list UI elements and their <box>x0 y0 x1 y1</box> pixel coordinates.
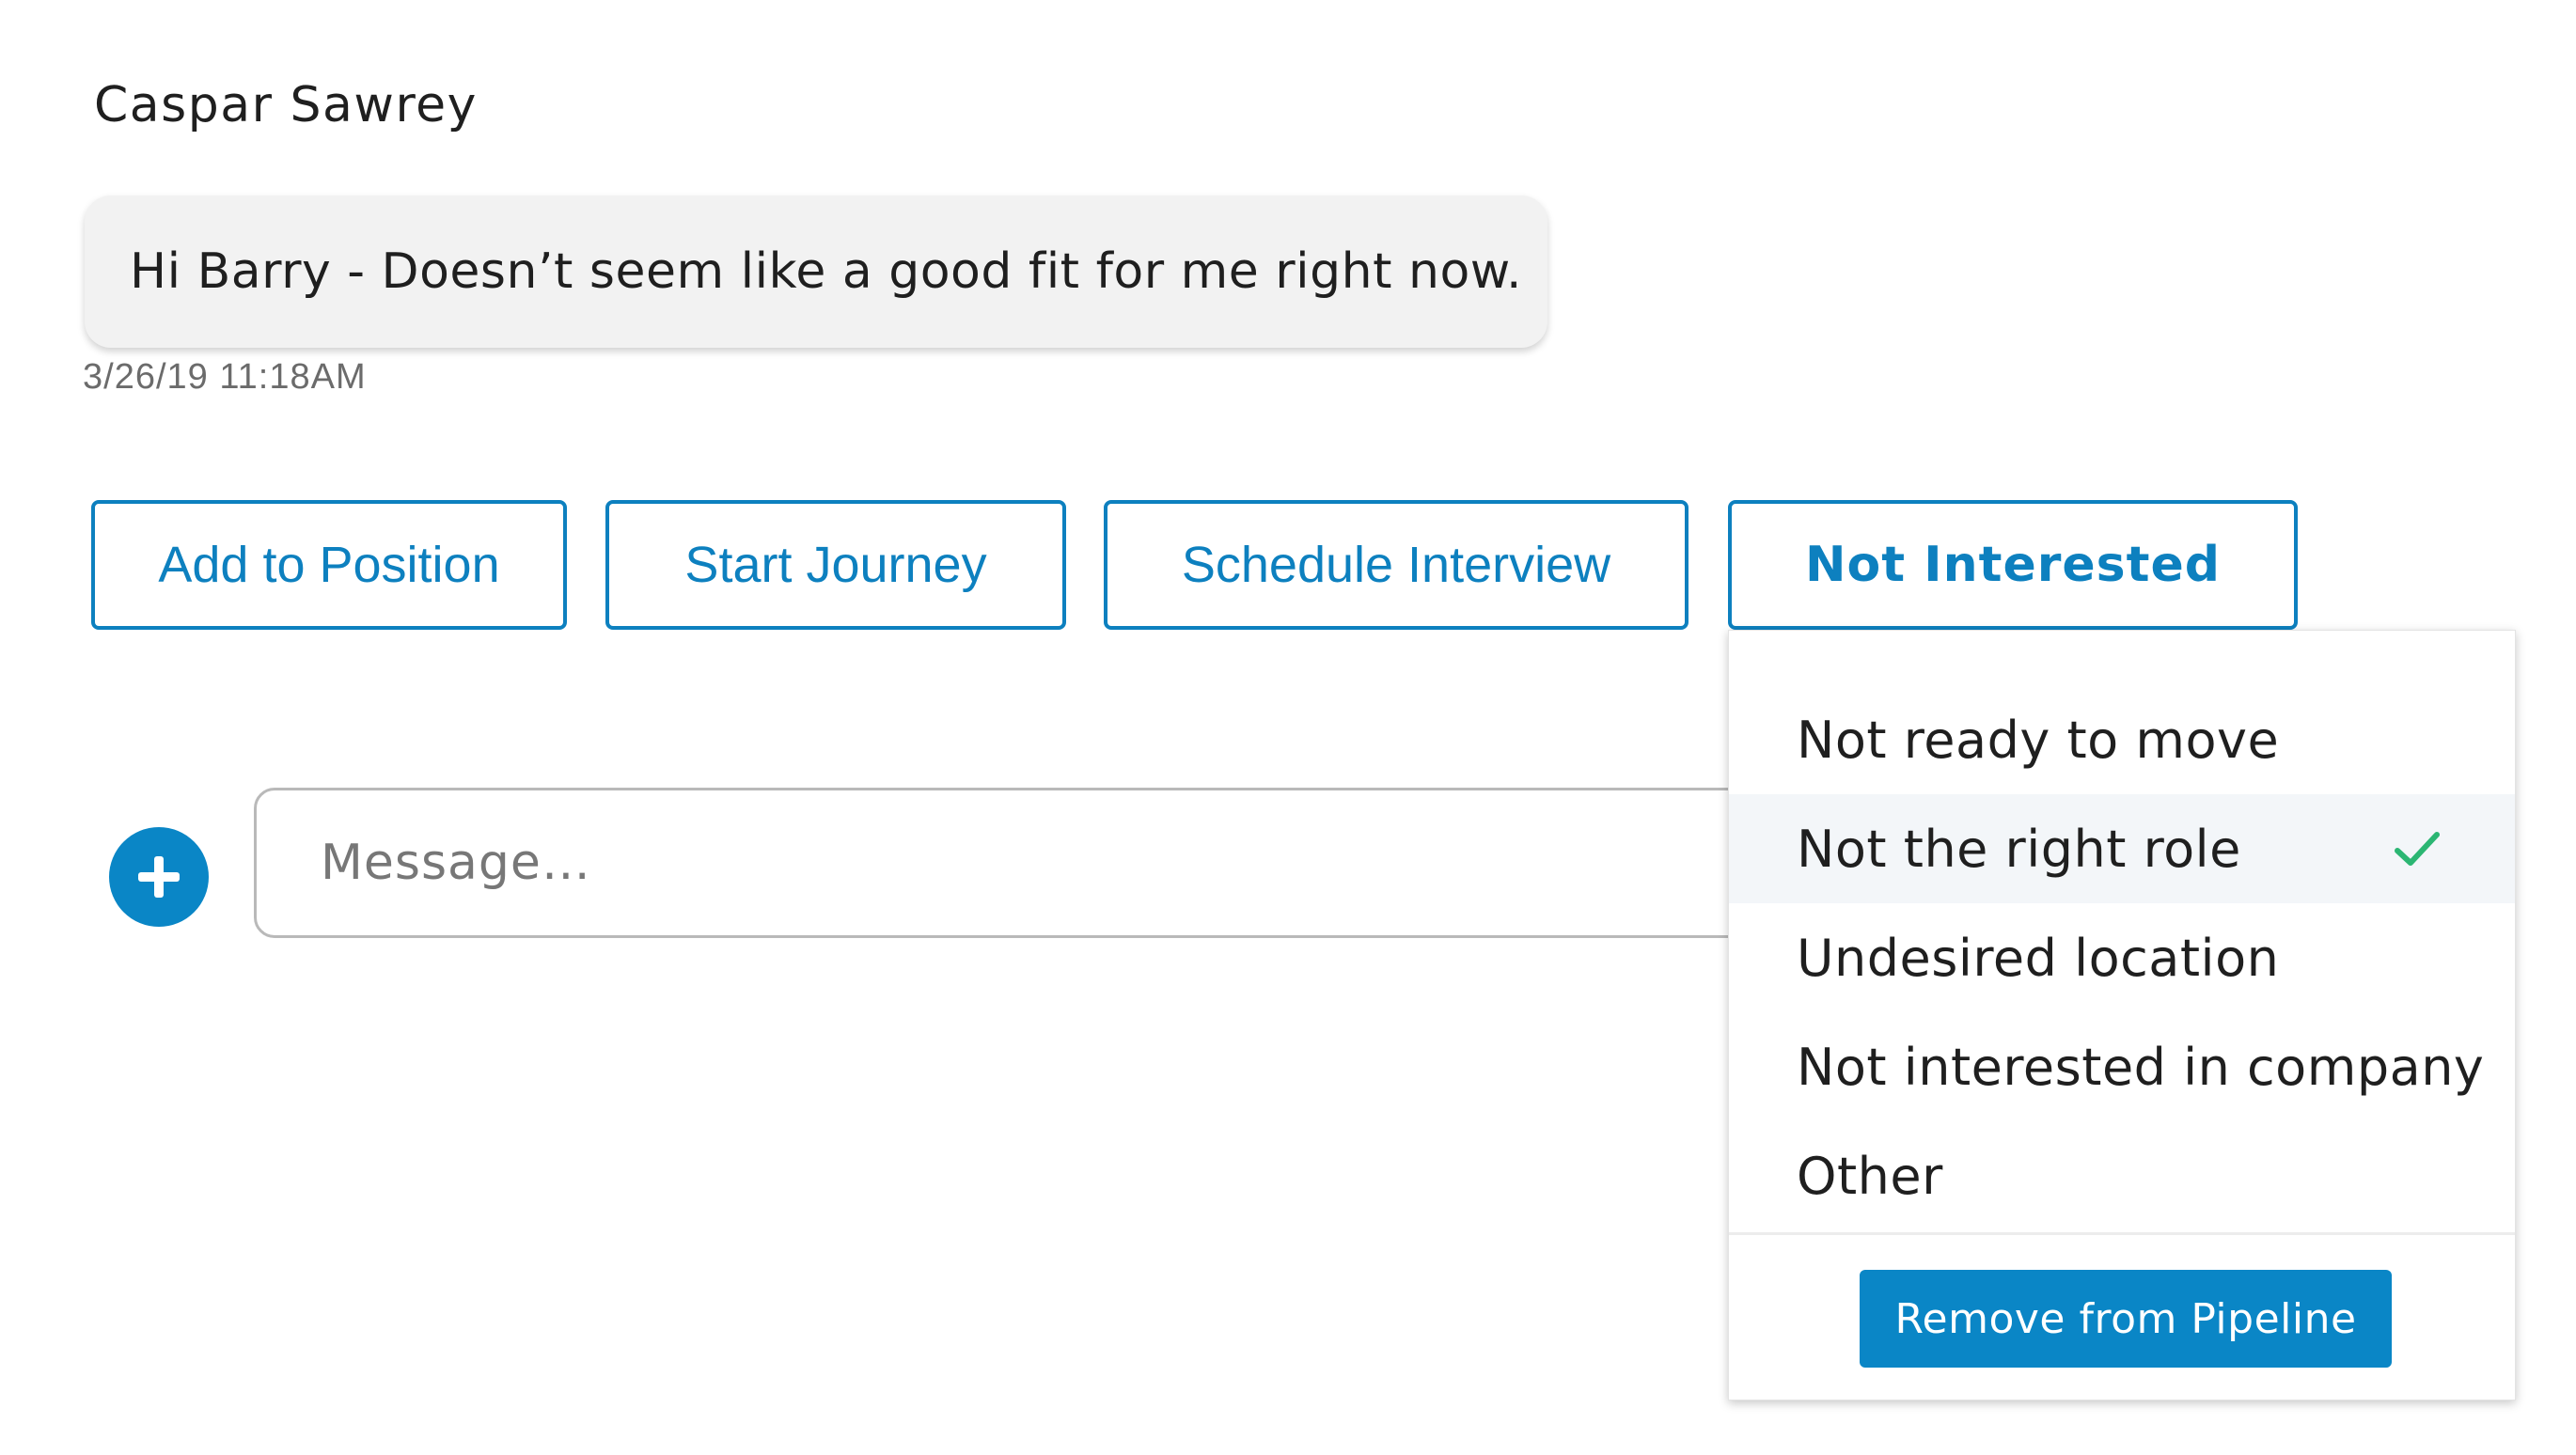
plus-icon <box>138 856 180 898</box>
not-interested-button[interactable]: Not Interested <box>1728 500 2298 630</box>
message-timestamp: 3/26/19 11:18AM <box>83 357 367 397</box>
schedule-interview-button[interactable]: Schedule Interview <box>1104 500 1689 630</box>
reason-option-label: Not the right role <box>1797 819 2241 879</box>
message-bubble: Hi Barry - Doesn’t seem like a good fit … <box>85 196 1547 348</box>
reason-option-other[interactable]: Other <box>1729 1121 2515 1230</box>
start-journey-button[interactable]: Start Journey <box>605 500 1066 630</box>
message-text: Hi Barry - Doesn’t seem like a good fit … <box>130 243 1523 300</box>
reason-option-label: Undesired location <box>1797 928 2280 988</box>
check-icon <box>2395 832 2440 866</box>
sender-name: Caspar Sawrey <box>94 77 478 133</box>
reason-option-not-ready-to-move[interactable]: Not ready to move <box>1729 685 2515 794</box>
reason-option-not-the-right-role[interactable]: Not the right role <box>1729 794 2515 903</box>
message-composer <box>254 788 1758 938</box>
add-to-position-button[interactable]: Add to Position <box>91 500 567 630</box>
reason-option-label: Not ready to move <box>1797 710 2280 770</box>
not-interested-dropdown: Not ready to move Not the right role Und… <box>1728 630 2516 1400</box>
dropdown-divider <box>1729 1232 2515 1235</box>
reason-option-label: Other <box>1797 1146 1943 1206</box>
reason-list: Not ready to move Not the right role Und… <box>1729 685 2515 1230</box>
reason-option-label: Not interested in company <box>1797 1037 2485 1097</box>
reason-option-not-interested-in-company[interactable]: Not interested in company <box>1729 1012 2515 1121</box>
remove-from-pipeline-button[interactable]: Remove from Pipeline <box>1860 1270 2392 1368</box>
add-attachment-button[interactable] <box>109 827 209 927</box>
reason-option-undesired-location[interactable]: Undesired location <box>1729 903 2515 1012</box>
message-input[interactable] <box>321 790 1637 935</box>
conversation-page: Caspar Sawrey Hi Barry - Doesn’t seem li… <box>0 0 2576 1455</box>
